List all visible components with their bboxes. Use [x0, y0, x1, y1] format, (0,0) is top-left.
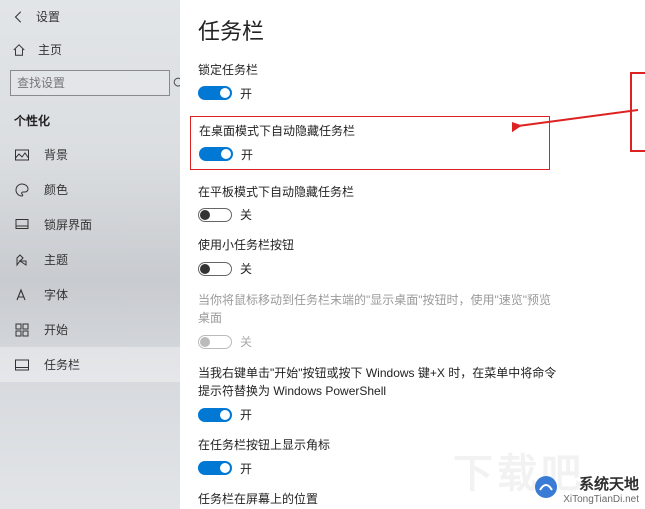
- sidebar-item-label: 任务栏: [44, 356, 80, 373]
- setting-powershell: 当我右键单击"开始"按钮或按下 Windows 键+X 时，在菜单中将命令提示符…: [198, 364, 558, 423]
- sidebar-item-background[interactable]: 背景: [0, 137, 180, 172]
- search-input[interactable]: [17, 76, 172, 90]
- theme-icon: [14, 252, 30, 268]
- image-icon: [14, 147, 30, 163]
- settings-sidebar: 设置 主页 个性化 背景 颜色: [0, 0, 180, 509]
- setting-lock-taskbar: 锁定任务栏 开: [198, 62, 558, 102]
- toggle-autohide-desktop[interactable]: [199, 147, 233, 161]
- setting-label: 在任务栏按钮上显示角标: [198, 437, 558, 454]
- sidebar-item-label: 主题: [44, 251, 68, 268]
- setting-hint: 当你将鼠标移动到任务栏末端的"显示桌面"按钮时，使用"速览"预览桌面: [198, 291, 558, 327]
- setting-label: 当我右键单击"开始"按钮或按下 Windows 键+X 时，在菜单中将命令提示符…: [198, 364, 558, 400]
- toggle-peek: [198, 335, 232, 349]
- toggle-state-text: 开: [240, 406, 252, 423]
- toggle-state-text: 开: [240, 85, 252, 102]
- page-title: 任务栏: [198, 14, 627, 46]
- sidebar-item-colors[interactable]: 颜色: [0, 172, 180, 207]
- home-icon: [12, 43, 26, 57]
- sidebar-item-fonts[interactable]: 字体: [0, 277, 180, 312]
- setting-label: 任务栏在屏幕上的位置: [198, 491, 558, 508]
- setting-label: 锁定任务栏: [198, 62, 558, 79]
- nav-list: 背景 颜色 锁屏界面 主题 字体 开始: [0, 137, 180, 382]
- toggle-state-text: 关: [240, 206, 252, 223]
- start-icon: [14, 322, 30, 338]
- sidebar-item-taskbar[interactable]: 任务栏: [0, 347, 180, 382]
- sidebar-item-themes[interactable]: 主题: [0, 242, 180, 277]
- setting-peek: 当你将鼠标移动到任务栏末端的"显示桌面"按钮时，使用"速览"预览桌面 关: [198, 291, 558, 350]
- search-input-wrap[interactable]: [10, 70, 170, 96]
- setting-label: 在桌面模式下自动隐藏任务栏: [199, 123, 541, 140]
- toggle-lock-taskbar[interactable]: [198, 86, 232, 100]
- lockscreen-icon: [14, 217, 30, 233]
- toggle-autohide-tablet[interactable]: [198, 208, 232, 222]
- setting-position: 任务栏在屏幕上的位置 底部: [198, 491, 558, 509]
- annotation-callout: 已打开: [630, 72, 645, 152]
- sidebar-item-label: 字体: [44, 286, 68, 303]
- toggle-small-buttons[interactable]: [198, 262, 232, 276]
- toggle-state-text: 关: [240, 333, 252, 350]
- home-label: 主页: [38, 41, 62, 58]
- palette-icon: [14, 182, 30, 198]
- sidebar-item-label: 颜色: [44, 181, 68, 198]
- home-nav[interactable]: 主页: [0, 33, 180, 66]
- sidebar-item-start[interactable]: 开始: [0, 312, 180, 347]
- toggle-badges[interactable]: [198, 461, 232, 475]
- watermark-en: XiTongTianDi.net: [563, 494, 639, 506]
- sidebar-item-label: 锁屏界面: [44, 216, 92, 233]
- taskbar-icon: [14, 357, 30, 373]
- setting-label: 在平板模式下自动隐藏任务栏: [198, 184, 558, 201]
- sidebar-item-label: 开始: [44, 321, 68, 338]
- setting-badges: 在任务栏按钮上显示角标 开: [198, 437, 558, 477]
- watermark-cn: 系统天地: [563, 476, 639, 493]
- setting-small-buttons: 使用小任务栏按钮 关: [198, 237, 558, 277]
- sidebar-item-lockscreen[interactable]: 锁屏界面: [0, 207, 180, 242]
- watermark: 系统天地 XiTongTianDi.net: [563, 476, 639, 505]
- toggle-state-text: 开: [241, 146, 253, 163]
- content-pane: 下载吧 任务栏 锁定任务栏 开 在桌面模式下自动隐藏任务栏 开 在平板模式下自动…: [180, 0, 645, 509]
- back-icon[interactable]: [12, 10, 26, 24]
- toggle-state-text: 开: [240, 460, 252, 477]
- setting-autohide-tablet: 在平板模式下自动隐藏任务栏 关: [198, 184, 558, 224]
- app-title: 设置: [36, 8, 60, 25]
- section-label: 个性化: [0, 106, 180, 137]
- setting-autohide-desktop: 在桌面模式下自动隐藏任务栏 开: [190, 116, 550, 170]
- sidebar-item-label: 背景: [44, 146, 68, 163]
- font-icon: [14, 287, 30, 303]
- setting-label: 使用小任务栏按钮: [198, 237, 558, 254]
- toggle-powershell[interactable]: [198, 408, 232, 422]
- watermark-logo-icon: [533, 474, 559, 500]
- toggle-state-text: 关: [240, 260, 252, 277]
